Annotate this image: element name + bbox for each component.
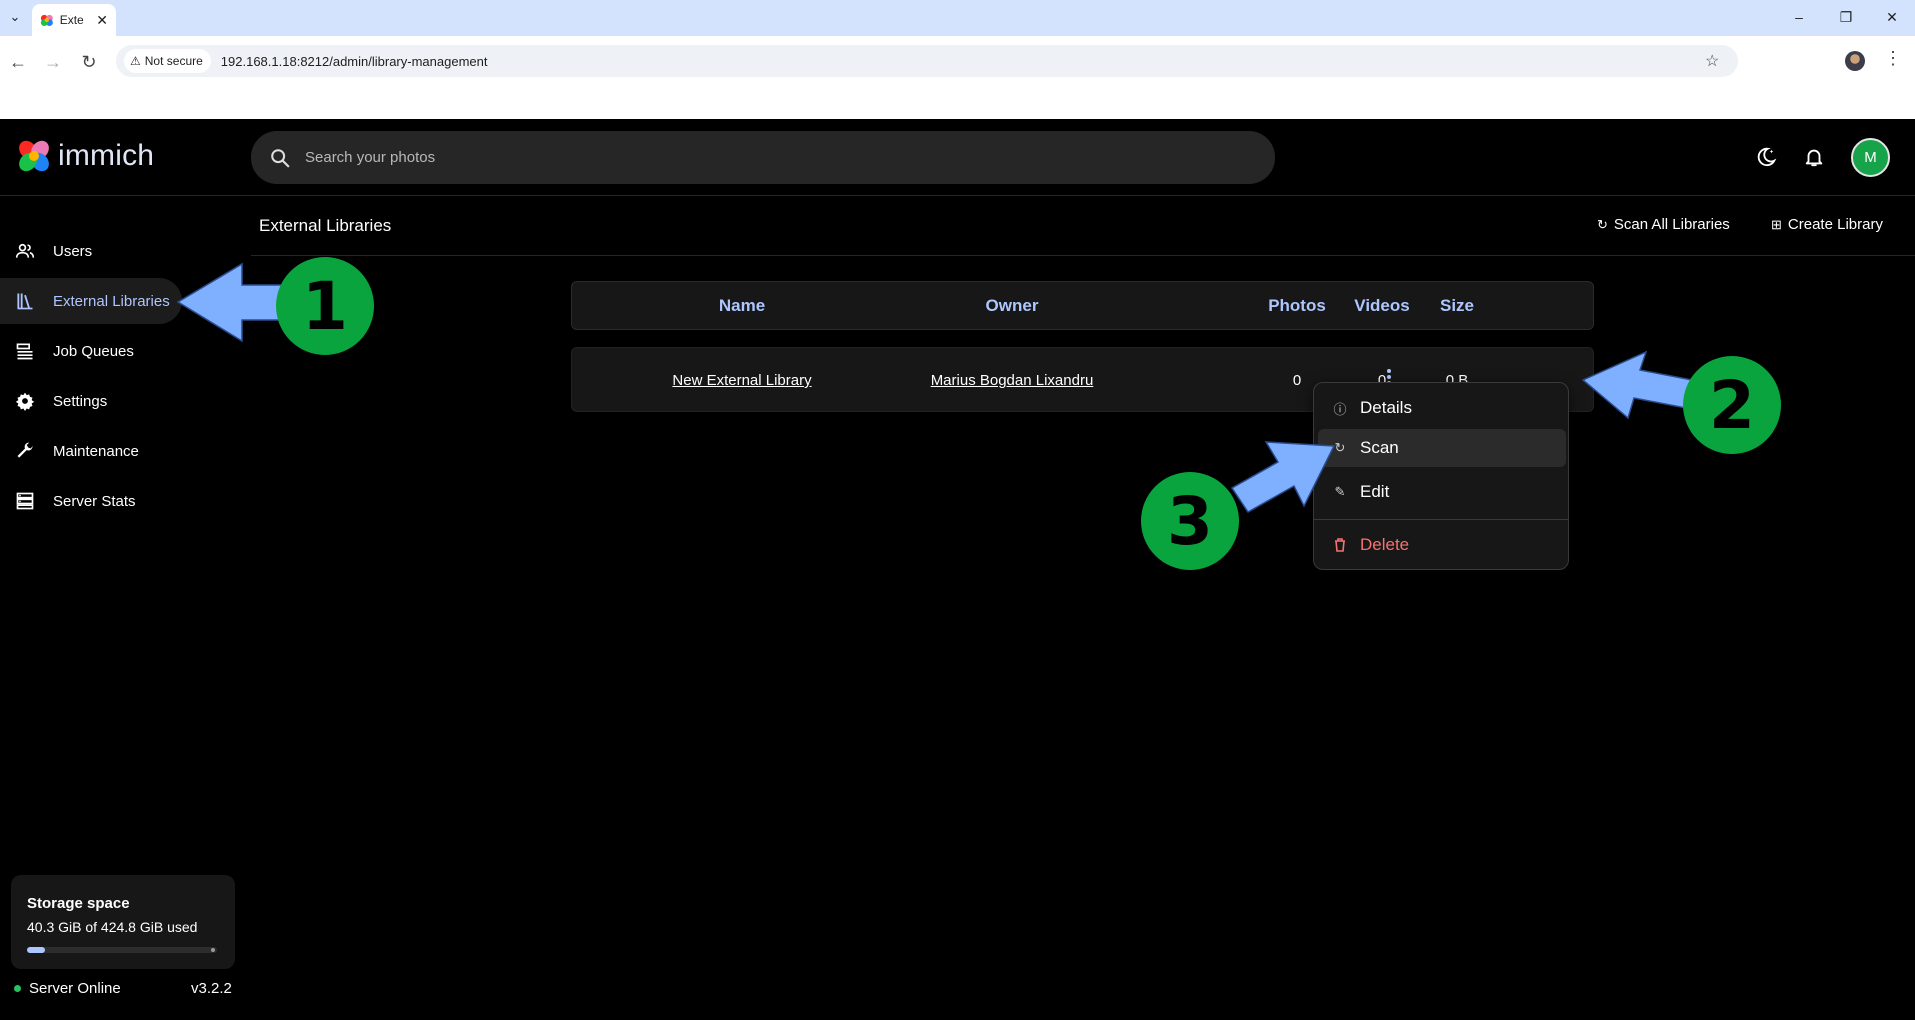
annotation-number-1: 1 <box>276 257 374 355</box>
screen: ⌄ Exte ✕ – ❐ ✕ ← → ↻ ⚠ Not secure 192.16… <box>0 0 1915 1020</box>
annotation-arrow-3 <box>1230 441 1336 513</box>
annotation-arrow-2 <box>1581 350 1693 420</box>
annotation-arrows <box>176 262 1693 513</box>
annotation-arrow-1 <box>176 262 286 343</box>
annotation-number-2: 2 <box>1683 356 1781 454</box>
annotation-number-3: 3 <box>1141 472 1239 570</box>
